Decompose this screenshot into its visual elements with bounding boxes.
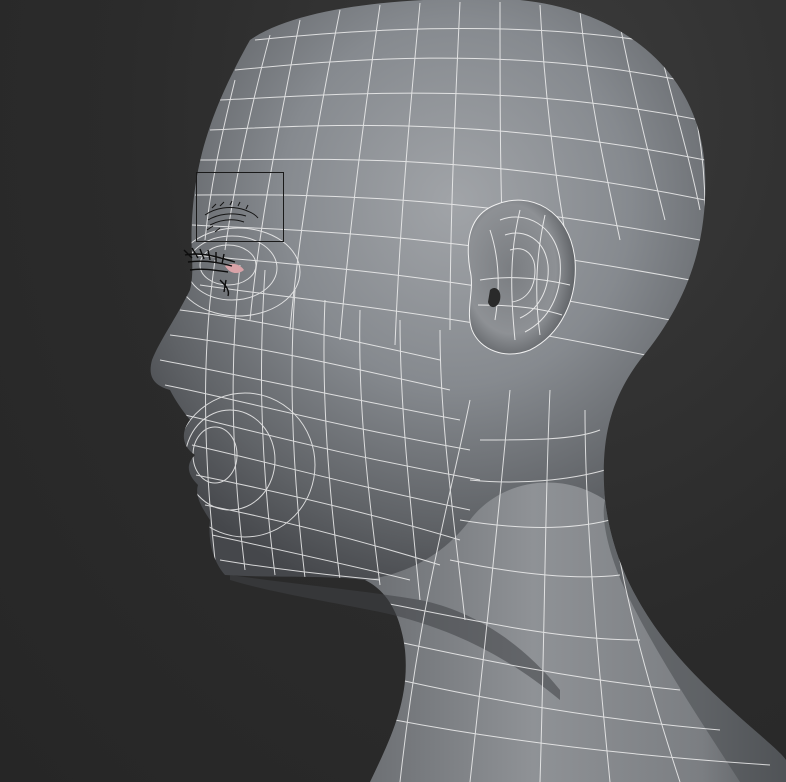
selection-box[interactable] xyxy=(196,172,284,242)
head-model-render[interactable] xyxy=(0,0,786,782)
head-mesh[interactable] xyxy=(150,0,786,782)
3d-viewport[interactable] xyxy=(0,0,786,782)
selection-handle-bottom-right[interactable] xyxy=(280,238,286,244)
selection-handle-top-left[interactable] xyxy=(194,170,200,176)
